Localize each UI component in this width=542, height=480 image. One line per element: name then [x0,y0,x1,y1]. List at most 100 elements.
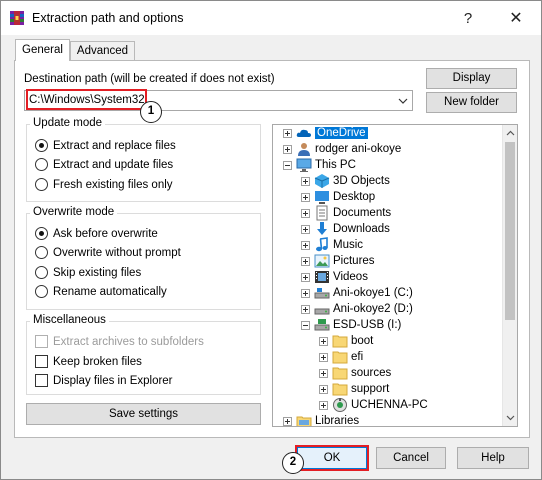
tree-item-efi[interactable]: efi [319,349,363,365]
tree-item-pictures[interactable]: Pictures [301,253,375,269]
expand-icon[interactable] [283,144,292,154]
tree-item-label[interactable]: Desktop [333,191,375,203]
scrollbar-thumb[interactable] [505,142,515,320]
tree-item-boot[interactable]: boot [319,333,373,349]
tree-item-downloads[interactable]: Downloads [301,221,390,237]
tree-item-label[interactable]: boot [351,335,373,347]
checkbox-keep-broken[interactable]: Keep broken files [35,355,142,368]
radio-button[interactable] [35,178,48,191]
checkbox-display-explorer[interactable]: Display files in Explorer [35,374,173,387]
tab-general[interactable]: General [15,39,70,61]
tree-item-label[interactable]: Libraries [315,415,359,426]
scroll-up-icon[interactable] [506,129,515,138]
tree-item-label[interactable]: This PC [315,159,356,171]
tree-item-onedrive[interactable]: OneDrive [283,125,368,141]
expand-icon[interactable] [301,176,310,186]
expand-icon[interactable] [301,208,310,218]
cancel-button[interactable]: Cancel [376,447,446,469]
radio-extract-replace[interactable]: Extract and replace files [35,139,176,152]
expand-icon[interactable] [301,304,310,314]
tree-item-label[interactable]: Music [333,239,363,251]
tree-item-label[interactable]: sources [351,367,391,379]
drive-icon [314,288,330,299]
tree-item-user[interactable]: rodger ani-okoye [283,141,401,157]
folder-icon [332,335,348,348]
chevron-down-icon[interactable] [397,95,409,107]
tree-item-uchenna-pc[interactable]: UCHENNA-PC [319,397,428,413]
radio-ask-before[interactable]: Ask before overwrite [35,227,158,240]
folder-tree[interactable]: OneDrive rodger ani-okoye This PC 3D Obj… [272,124,518,427]
tree-item-support[interactable]: support [319,381,389,397]
tree-item-libraries[interactable]: Libraries [283,413,359,426]
expand-icon[interactable] [301,272,310,282]
tree-item-label[interactable]: UCHENNA-PC [351,399,428,411]
network-pc-icon [333,398,347,412]
checkbox-extract-subfolders: Extract archives to subfolders [35,335,204,348]
radio-button-selected[interactable] [35,139,48,152]
update-mode-title: Update mode [30,117,106,129]
help-button[interactable]: Help [457,447,529,469]
radio-rename-automatically[interactable]: Rename automatically [35,285,167,298]
tree-item-label[interactable]: efi [351,351,363,363]
radio-label: Ask before overwrite [53,227,158,240]
expand-icon[interactable] [301,288,310,298]
radio-fresh-existing[interactable]: Fresh existing files only [35,178,173,191]
collapse-icon[interactable] [301,320,310,330]
radio-button[interactable] [35,285,48,298]
expand-icon[interactable] [301,192,310,202]
radio-button[interactable] [35,158,48,171]
tree-item-label[interactable]: Documents [333,207,391,219]
tree-item-videos[interactable]: Videos [301,269,368,285]
tree-item-label[interactable]: Videos [333,271,368,283]
close-button[interactable]: ✕ [493,1,539,35]
tree-vertical-scrollbar[interactable] [502,125,517,426]
expand-icon[interactable] [283,128,292,138]
tree-item-drive-c[interactable]: Ani-okoye1 (C:) [301,285,413,301]
folder-icon [332,351,348,364]
tree-item-sources[interactable]: sources [319,365,391,381]
tree-item-label[interactable]: Downloads [333,223,390,235]
tree-item-label[interactable]: Pictures [333,255,375,267]
tree-item-label[interactable]: rodger ani-okoye [315,143,401,155]
overwrite-mode-title: Overwrite mode [30,206,118,218]
radio-button[interactable] [35,266,48,279]
expand-icon[interactable] [301,240,310,250]
collapse-icon[interactable] [283,160,292,170]
tree-item-music[interactable]: Music [301,237,363,253]
expand-icon[interactable] [319,352,328,362]
tree-item-drive-d[interactable]: Ani-okoye2 (D:) [301,301,413,317]
display-button[interactable]: Display [426,68,517,89]
tree-item-label[interactable]: Ani-okoye2 (D:) [333,303,413,315]
radio-button-selected[interactable] [35,227,48,240]
tree-item-label[interactable]: support [351,383,389,395]
radio-skip-existing[interactable]: Skip existing files [35,266,141,279]
radio-extract-update[interactable]: Extract and update files [35,158,173,171]
title-help-button[interactable]: ? [445,1,491,35]
tree-item-3d-objects[interactable]: 3D Objects [301,173,390,189]
tree-item-esd-usb[interactable]: ESD-USB (I:) [301,317,401,333]
checkbox[interactable] [35,355,48,368]
tab-advanced[interactable]: Advanced [69,41,136,61]
scroll-down-icon[interactable] [506,413,515,422]
expand-icon[interactable] [319,400,328,410]
tree-item-this-pc[interactable]: This PC [283,157,356,173]
expand-icon[interactable] [301,224,310,234]
expand-icon[interactable] [319,384,328,394]
radio-label: Overwrite without prompt [53,246,181,259]
radio-overwrite-without-prompt[interactable]: Overwrite without prompt [35,246,181,259]
tree-item-label[interactable]: 3D Objects [333,175,390,187]
new-folder-button[interactable]: New folder [426,92,517,113]
tree-item-label[interactable]: OneDrive [315,127,368,139]
expand-icon[interactable] [301,256,310,266]
expand-icon[interactable] [319,368,328,378]
tree-item-desktop[interactable]: Desktop [301,189,375,205]
expand-icon[interactable] [319,336,328,346]
radio-button[interactable] [35,246,48,259]
tree-item-label[interactable]: ESD-USB (I:) [333,319,401,331]
tree-item-label[interactable]: Ani-okoye1 (C:) [333,287,413,299]
checkbox[interactable] [35,374,48,387]
tree-item-documents[interactable]: Documents [301,205,391,221]
tab-strip: General Advanced [15,39,136,61]
save-settings-button[interactable]: Save settings [26,403,261,425]
expand-icon[interactable] [283,416,292,426]
